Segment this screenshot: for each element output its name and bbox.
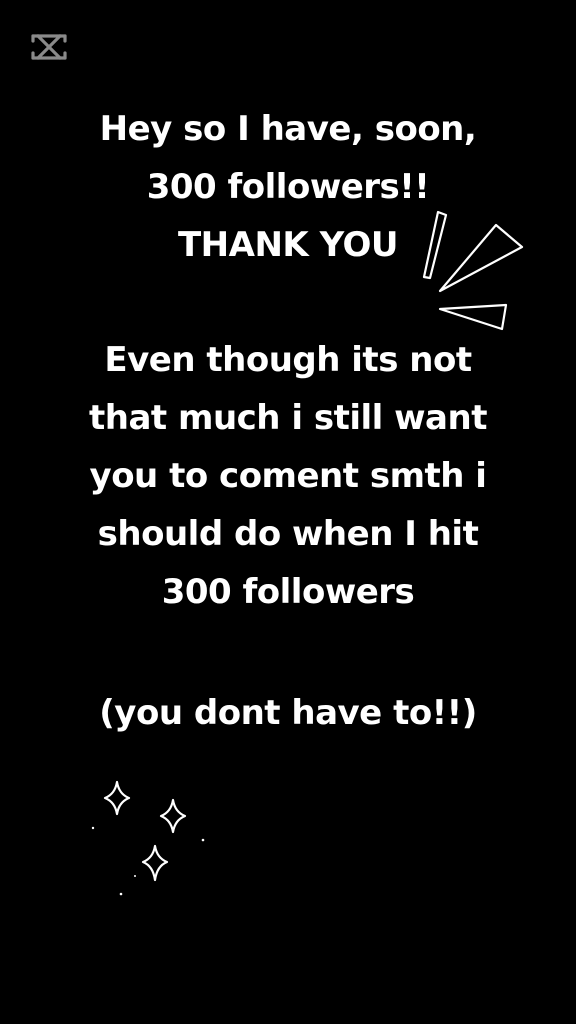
message-line: Even though its not xyxy=(104,340,472,380)
sparkles-icon xyxy=(91,780,205,896)
message-line: (you dont have to!!) xyxy=(99,693,477,733)
message-line: 300 followers xyxy=(161,572,415,612)
message-line: you to coment smth i xyxy=(89,456,487,496)
message-footnote: (you dont have to!!) xyxy=(0,684,576,742)
burst-doodle-icon xyxy=(422,210,524,331)
message-line: that much i still want xyxy=(89,398,487,438)
message-body: Even though its not that much i still wa… xyxy=(0,331,576,621)
message-line: should do when I hit xyxy=(97,514,479,554)
message-line: Hey so I have, soon, xyxy=(99,109,477,149)
capcut-logo-icon xyxy=(31,34,67,60)
